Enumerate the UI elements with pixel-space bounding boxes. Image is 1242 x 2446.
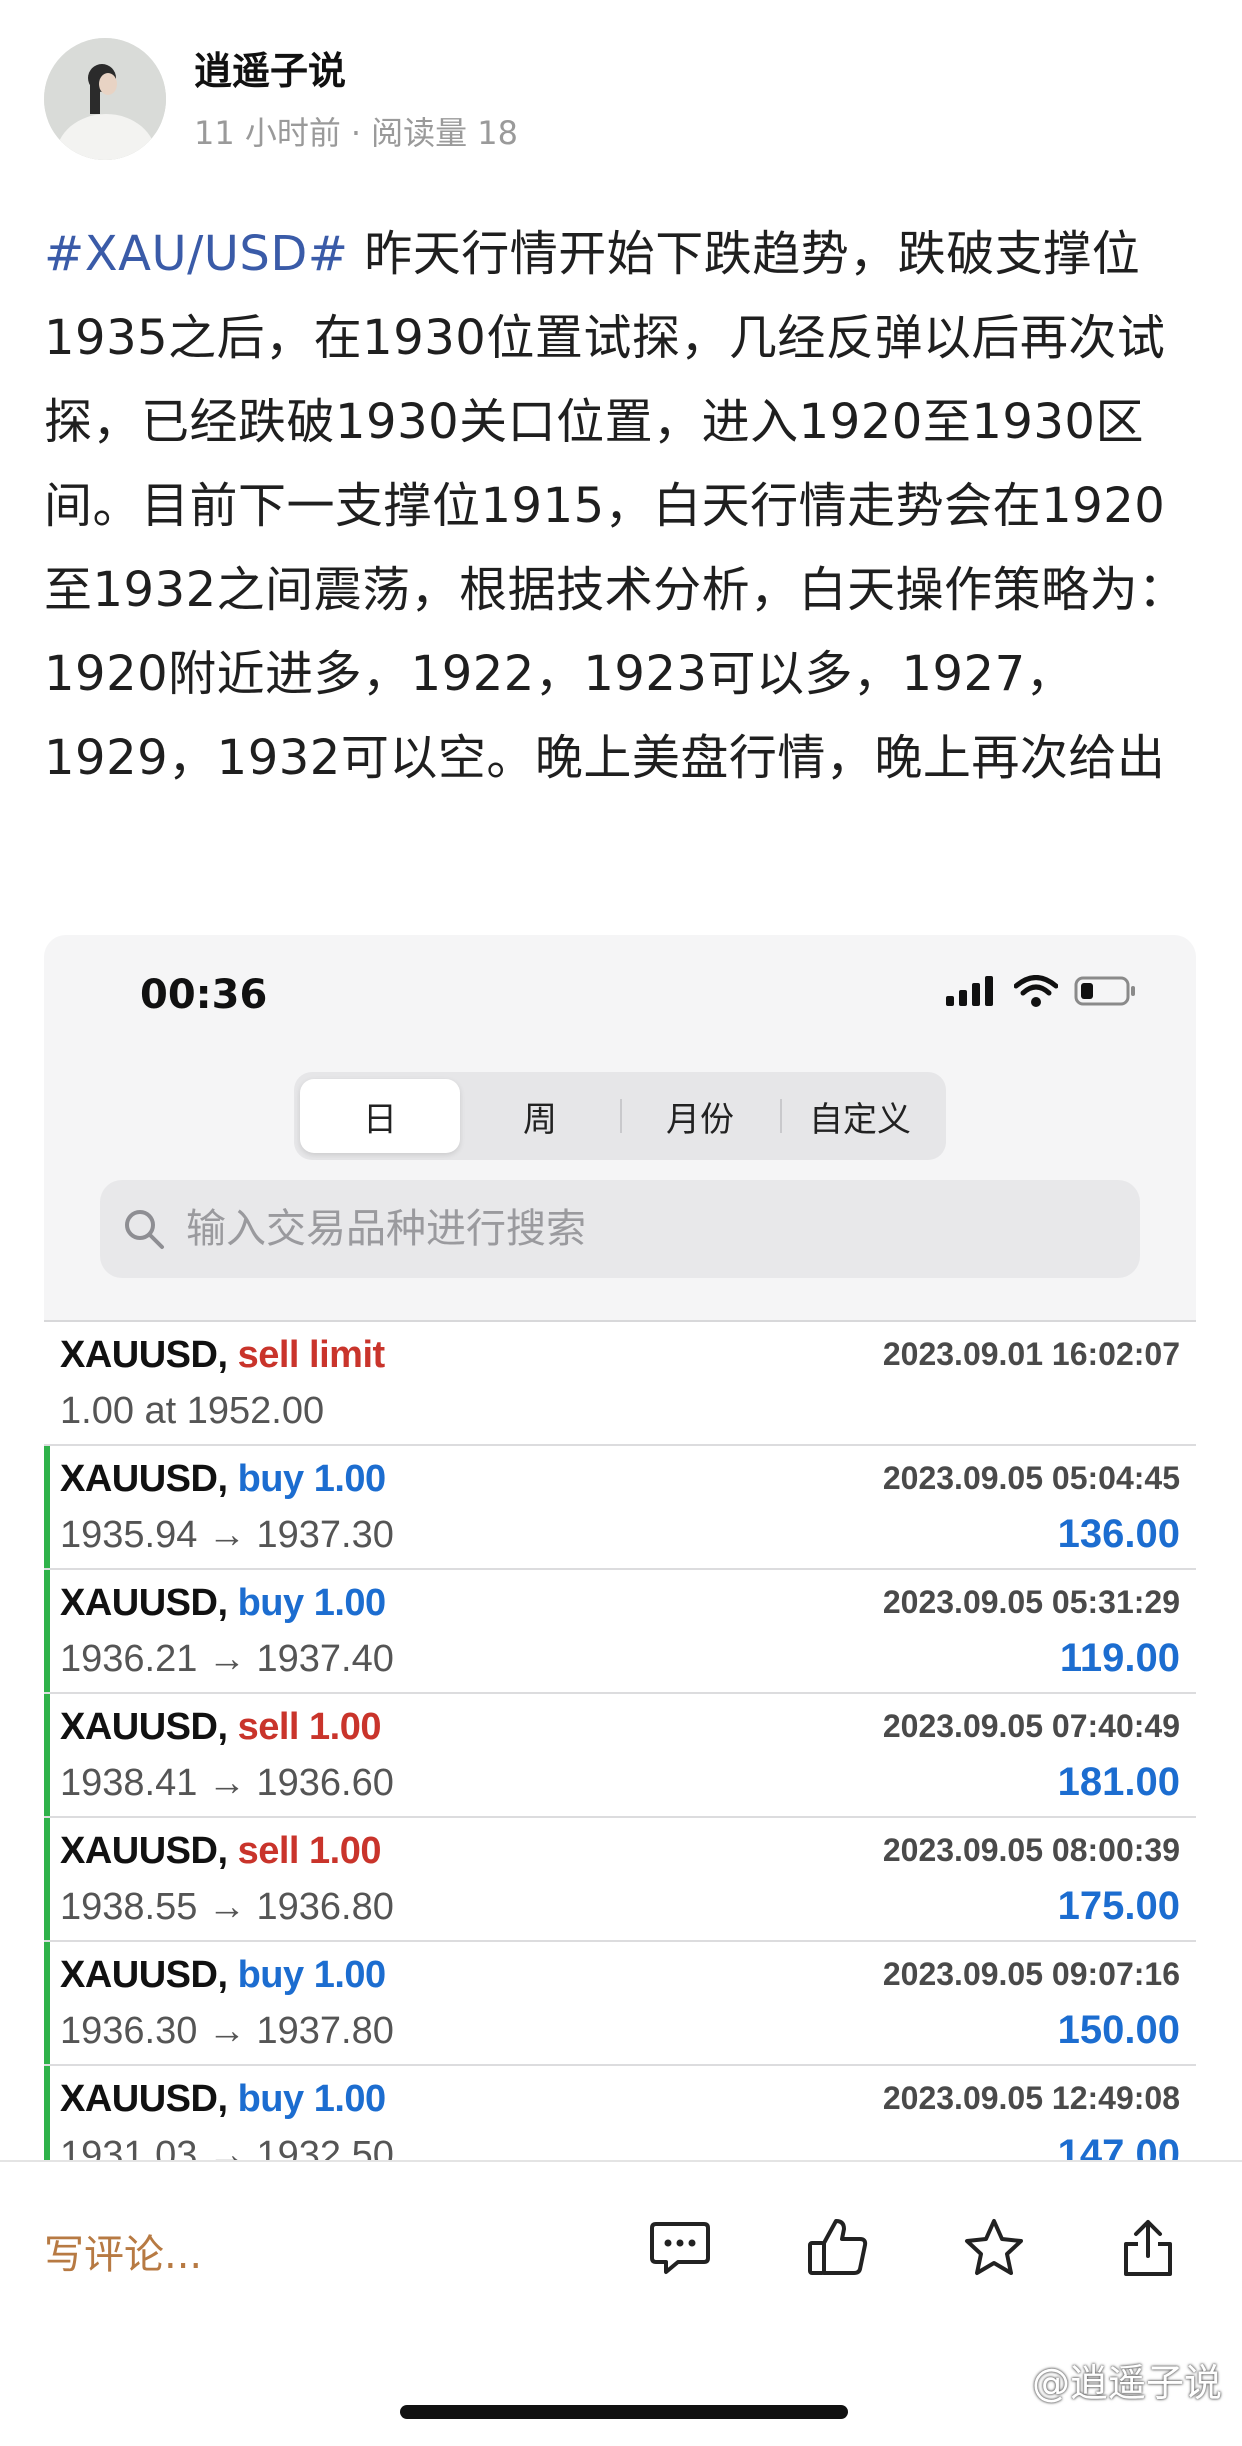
embedded-screenshot[interactable]: 00:36 日 周 月份 自定义 输入交易品种进行搜索 XAUUSD, sell…	[44, 935, 1196, 2160]
bottom-bar-divider	[0, 2160, 1242, 2162]
order-time: 2023.09.05 05:04:45	[882, 1460, 1180, 1496]
share-icon[interactable]	[1112, 2212, 1184, 2284]
like-icon[interactable]	[802, 2212, 874, 2284]
order-title: XAUUSD, buy 1.00	[60, 2078, 386, 2121]
order-time: 2023.09.05 09:07:16	[882, 1956, 1180, 1992]
order-symbol: XAUUSD,	[60, 1954, 228, 1996]
order-row[interactable]: XAUUSD, sell 1.00 2023.09.05 07:40:49 19…	[44, 1694, 1196, 1818]
order-title: XAUUSD, buy 1.00	[60, 1458, 386, 1501]
order-detail: 1931.03 → 1932.50	[60, 2134, 394, 2160]
search-icon	[122, 1207, 166, 1251]
signal-icon	[946, 976, 998, 1010]
order-detail: 1936.21 → 1937.40	[60, 1638, 394, 1680]
post-body-text: 昨天行情开始下跌趋势，跌破支撑位1935之后，在1930位置试探，几经反弹以后再…	[44, 226, 1187, 786]
battery-icon	[1074, 975, 1138, 1011]
read-count: 阅读量 18	[371, 114, 518, 152]
period-segmented-control: 日 周 月份 自定义	[294, 1072, 946, 1160]
order-row[interactable]: XAUUSD, buy 1.00 2023.09.05 05:31:29 193…	[44, 1570, 1196, 1694]
order-side: sell limit	[237, 1334, 386, 1376]
search-input[interactable]	[184, 1205, 1088, 1253]
order-detail: 1936.30 → 1937.80	[60, 2010, 394, 2052]
order-side: buy 1.00	[237, 1458, 387, 1500]
order-time: 2023.09.01 16:02:07	[882, 1336, 1180, 1372]
order-row-pending[interactable]: XAUUSD, sell limit 2023.09.01 16:02:07 1…	[44, 1322, 1196, 1446]
order-detail: 1938.41 → 1936.60	[60, 1762, 394, 1804]
post-meta: 11 小时前 · 阅读量 18	[194, 108, 518, 154]
order-detail: 1938.55 → 1936.80	[60, 1886, 394, 1928]
order-title: XAUUSD, sell 1.00	[60, 1706, 382, 1749]
status-bar-icons	[946, 975, 1138, 1011]
order-symbol: XAUUSD,	[60, 1706, 228, 1748]
author-name[interactable]: 逍遥子说	[194, 40, 346, 95]
meta-separator: ·	[350, 114, 362, 152]
hashtag-link[interactable]: #XAU/USD#	[44, 226, 349, 282]
order-time: 2023.09.05 12:49:08	[882, 2080, 1180, 2116]
order-side: sell 1.00	[237, 1706, 382, 1748]
order-profit: 175.00	[1057, 1884, 1180, 1928]
order-detail: 1935.94 → 1937.30	[60, 1514, 394, 1556]
order-title: XAUUSD, buy 1.00	[60, 1582, 386, 1625]
status-bar-time: 00:36	[140, 972, 268, 1018]
order-side: buy 1.00	[237, 1582, 387, 1624]
order-profit: 136.00	[1057, 1512, 1180, 1556]
tab-day[interactable]: 日	[300, 1079, 460, 1153]
order-profit: 181.00	[1057, 1760, 1180, 1804]
order-time: 2023.09.05 05:31:29	[882, 1584, 1180, 1620]
post-time: 11 小时前	[194, 114, 341, 152]
order-detail: 1.00 at 1952.00	[60, 1390, 325, 1432]
order-profit: 119.00	[1059, 1636, 1180, 1680]
order-side: buy 1.00	[237, 2078, 387, 2120]
tab-week[interactable]: 周	[460, 1079, 620, 1153]
order-symbol: XAUUSD,	[60, 1458, 228, 1500]
author-avatar[interactable]	[44, 38, 166, 160]
order-history-list: XAUUSD, sell limit 2023.09.01 16:02:07 1…	[44, 1322, 1196, 2160]
order-time: 2023.09.05 07:40:49	[882, 1708, 1180, 1744]
order-row[interactable]: XAUUSD, buy 1.00 2023.09.05 12:49:08 193…	[44, 2066, 1196, 2160]
order-row[interactable]: XAUUSD, sell 1.00 2023.09.05 08:00:39 19…	[44, 1818, 1196, 1942]
order-symbol: XAUUSD,	[60, 1582, 228, 1624]
order-title: XAUUSD, buy 1.00	[60, 1954, 386, 1997]
home-indicator[interactable]	[400, 2405, 848, 2419]
post-body: #XAU/USD# 昨天行情开始下跌趋势，跌破支撑位1935之后，在1930位置…	[44, 212, 1194, 800]
order-time: 2023.09.05 08:00:39	[882, 1832, 1180, 1868]
comment-icon[interactable]	[644, 2212, 716, 2284]
wifi-icon	[1013, 975, 1059, 1011]
order-row[interactable]: XAUUSD, buy 1.00 2023.09.05 05:04:45 193…	[44, 1446, 1196, 1570]
order-profit: 150.00	[1057, 2008, 1180, 2052]
write-comment-input[interactable]: 写评论...	[44, 2222, 202, 2280]
favorite-icon[interactable]	[958, 2212, 1030, 2284]
order-profit: 147.00	[1057, 2132, 1180, 2160]
tab-custom[interactable]: 自定义	[780, 1079, 940, 1153]
order-side: buy 1.00	[237, 1954, 387, 1996]
order-symbol: XAUUSD,	[60, 1830, 228, 1872]
tab-month[interactable]: 月份	[620, 1079, 780, 1153]
order-title: XAUUSD, sell 1.00	[60, 1830, 382, 1873]
order-side: sell 1.00	[237, 1830, 382, 1872]
order-row[interactable]: XAUUSD, buy 1.00 2023.09.05 09:07:16 193…	[44, 1942, 1196, 2066]
order-symbol: XAUUSD,	[60, 1334, 228, 1376]
symbol-search-bar[interactable]	[100, 1180, 1140, 1278]
order-symbol: XAUUSD,	[60, 2078, 228, 2120]
watermark: @逍遥子说	[1031, 2361, 1222, 2405]
order-title: XAUUSD, sell limit	[60, 1334, 385, 1377]
